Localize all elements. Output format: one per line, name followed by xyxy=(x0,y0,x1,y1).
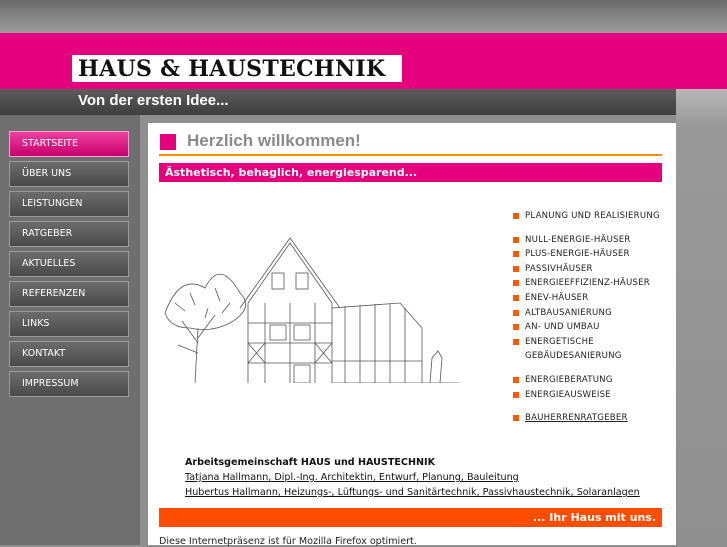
main-navigation: STARTSEITE ÜBER UNS LEISTUNGEN RATGEBER … xyxy=(9,131,129,401)
list-item: ALTBAUSANIERUNG xyxy=(513,306,673,321)
services-list: PLANUNG UND REALISIERUNG NULL-ENERGIE-HÄ… xyxy=(513,209,673,426)
bullet-icon xyxy=(513,324,519,331)
contact-link-tatjana[interactable]: Tatjana Hallmann, Dipl.-Ing. Architektin… xyxy=(185,470,640,485)
nav-item-startseite[interactable]: STARTSEITE xyxy=(9,131,129,157)
bullet-icon xyxy=(513,251,519,258)
bullet-icon xyxy=(513,236,519,243)
nav-item-leistungen[interactable]: LEISTUNGEN xyxy=(9,191,129,217)
nav-item-links[interactable]: LINKS xyxy=(9,311,129,337)
bauherrenratgeber-link[interactable]: BAUHERRENRATGEBER xyxy=(513,411,673,426)
nav-item-ratgeber[interactable]: RATGEBER xyxy=(9,221,129,247)
contact-link-hubertus[interactable]: Hubertus Hallmann, Heizungs-, Lüftungs- … xyxy=(185,485,640,500)
footer-slogan-bar: ... Ihr Haus mit uns. xyxy=(159,508,662,527)
bullet-icon xyxy=(513,280,519,287)
bullet-icon xyxy=(513,415,519,422)
nav-item-impressum[interactable]: IMPRESSUM xyxy=(9,371,129,397)
main-content: Herzlich willkommen! Ästhetisch, behagli… xyxy=(148,123,676,547)
title-divider xyxy=(159,154,662,156)
nav-item-aktuelles[interactable]: AKTUELLES xyxy=(9,251,129,277)
contact-heading: Arbeitsgemeinschaft HAUS und HAUSTECHNIK xyxy=(185,457,436,468)
slogan-bar: Ästhetisch, behaglich, energiesparend... xyxy=(159,163,662,182)
bullet-icon xyxy=(513,213,519,219)
top-gradient xyxy=(0,0,727,33)
page-title: Herzlich willkommen! xyxy=(187,131,361,150)
list-item: AN- UND UMBAU xyxy=(513,320,673,335)
nav-item-ueber-uns[interactable]: ÜBER UNS xyxy=(9,161,129,187)
list-item: NULL-ENERGIE-HÄUSER xyxy=(513,233,673,248)
house-sketch-illustration xyxy=(164,237,460,383)
list-item: ENERGIEAUSWEISE xyxy=(513,388,673,403)
tagline: Von der ersten Idee... xyxy=(78,92,229,109)
bullet-icon xyxy=(513,391,519,398)
list-item: PLANUNG UND REALISIERUNG xyxy=(513,209,673,224)
list-item: ENERGIEEFFIZIENZ-HÄUSER xyxy=(513,276,673,291)
bullet-icon xyxy=(513,294,519,301)
contact-block: Arbeitsgemeinschaft HAUS und HAUSTECHNIK… xyxy=(185,455,640,500)
bullet-icon xyxy=(513,338,519,345)
nav-item-kontakt[interactable]: KONTAKT xyxy=(9,341,129,367)
bullet-icon xyxy=(513,376,519,383)
list-item: ENERGETISCHE GEBÄUDESANIERUNG xyxy=(513,335,673,364)
list-item: ENEV-HÄUSER xyxy=(513,291,673,306)
bullet-icon xyxy=(513,309,519,316)
bullet-icon xyxy=(513,265,519,272)
browser-note: Diese Internetpräsenz ist für Mozilla Fi… xyxy=(159,536,417,547)
right-decoration xyxy=(676,89,727,545)
list-item: PLUS-ENERGIE-HÄUSER xyxy=(513,247,673,262)
site-logo[interactable]: HAUS & HAUSTECHNIK xyxy=(72,55,402,82)
title-square-icon xyxy=(160,134,176,150)
list-item: PASSIVHÄUSER xyxy=(513,262,673,277)
list-item: ENERGIEBERATUNG xyxy=(513,373,673,388)
nav-item-referenzen[interactable]: REFERENZEN xyxy=(9,281,129,307)
